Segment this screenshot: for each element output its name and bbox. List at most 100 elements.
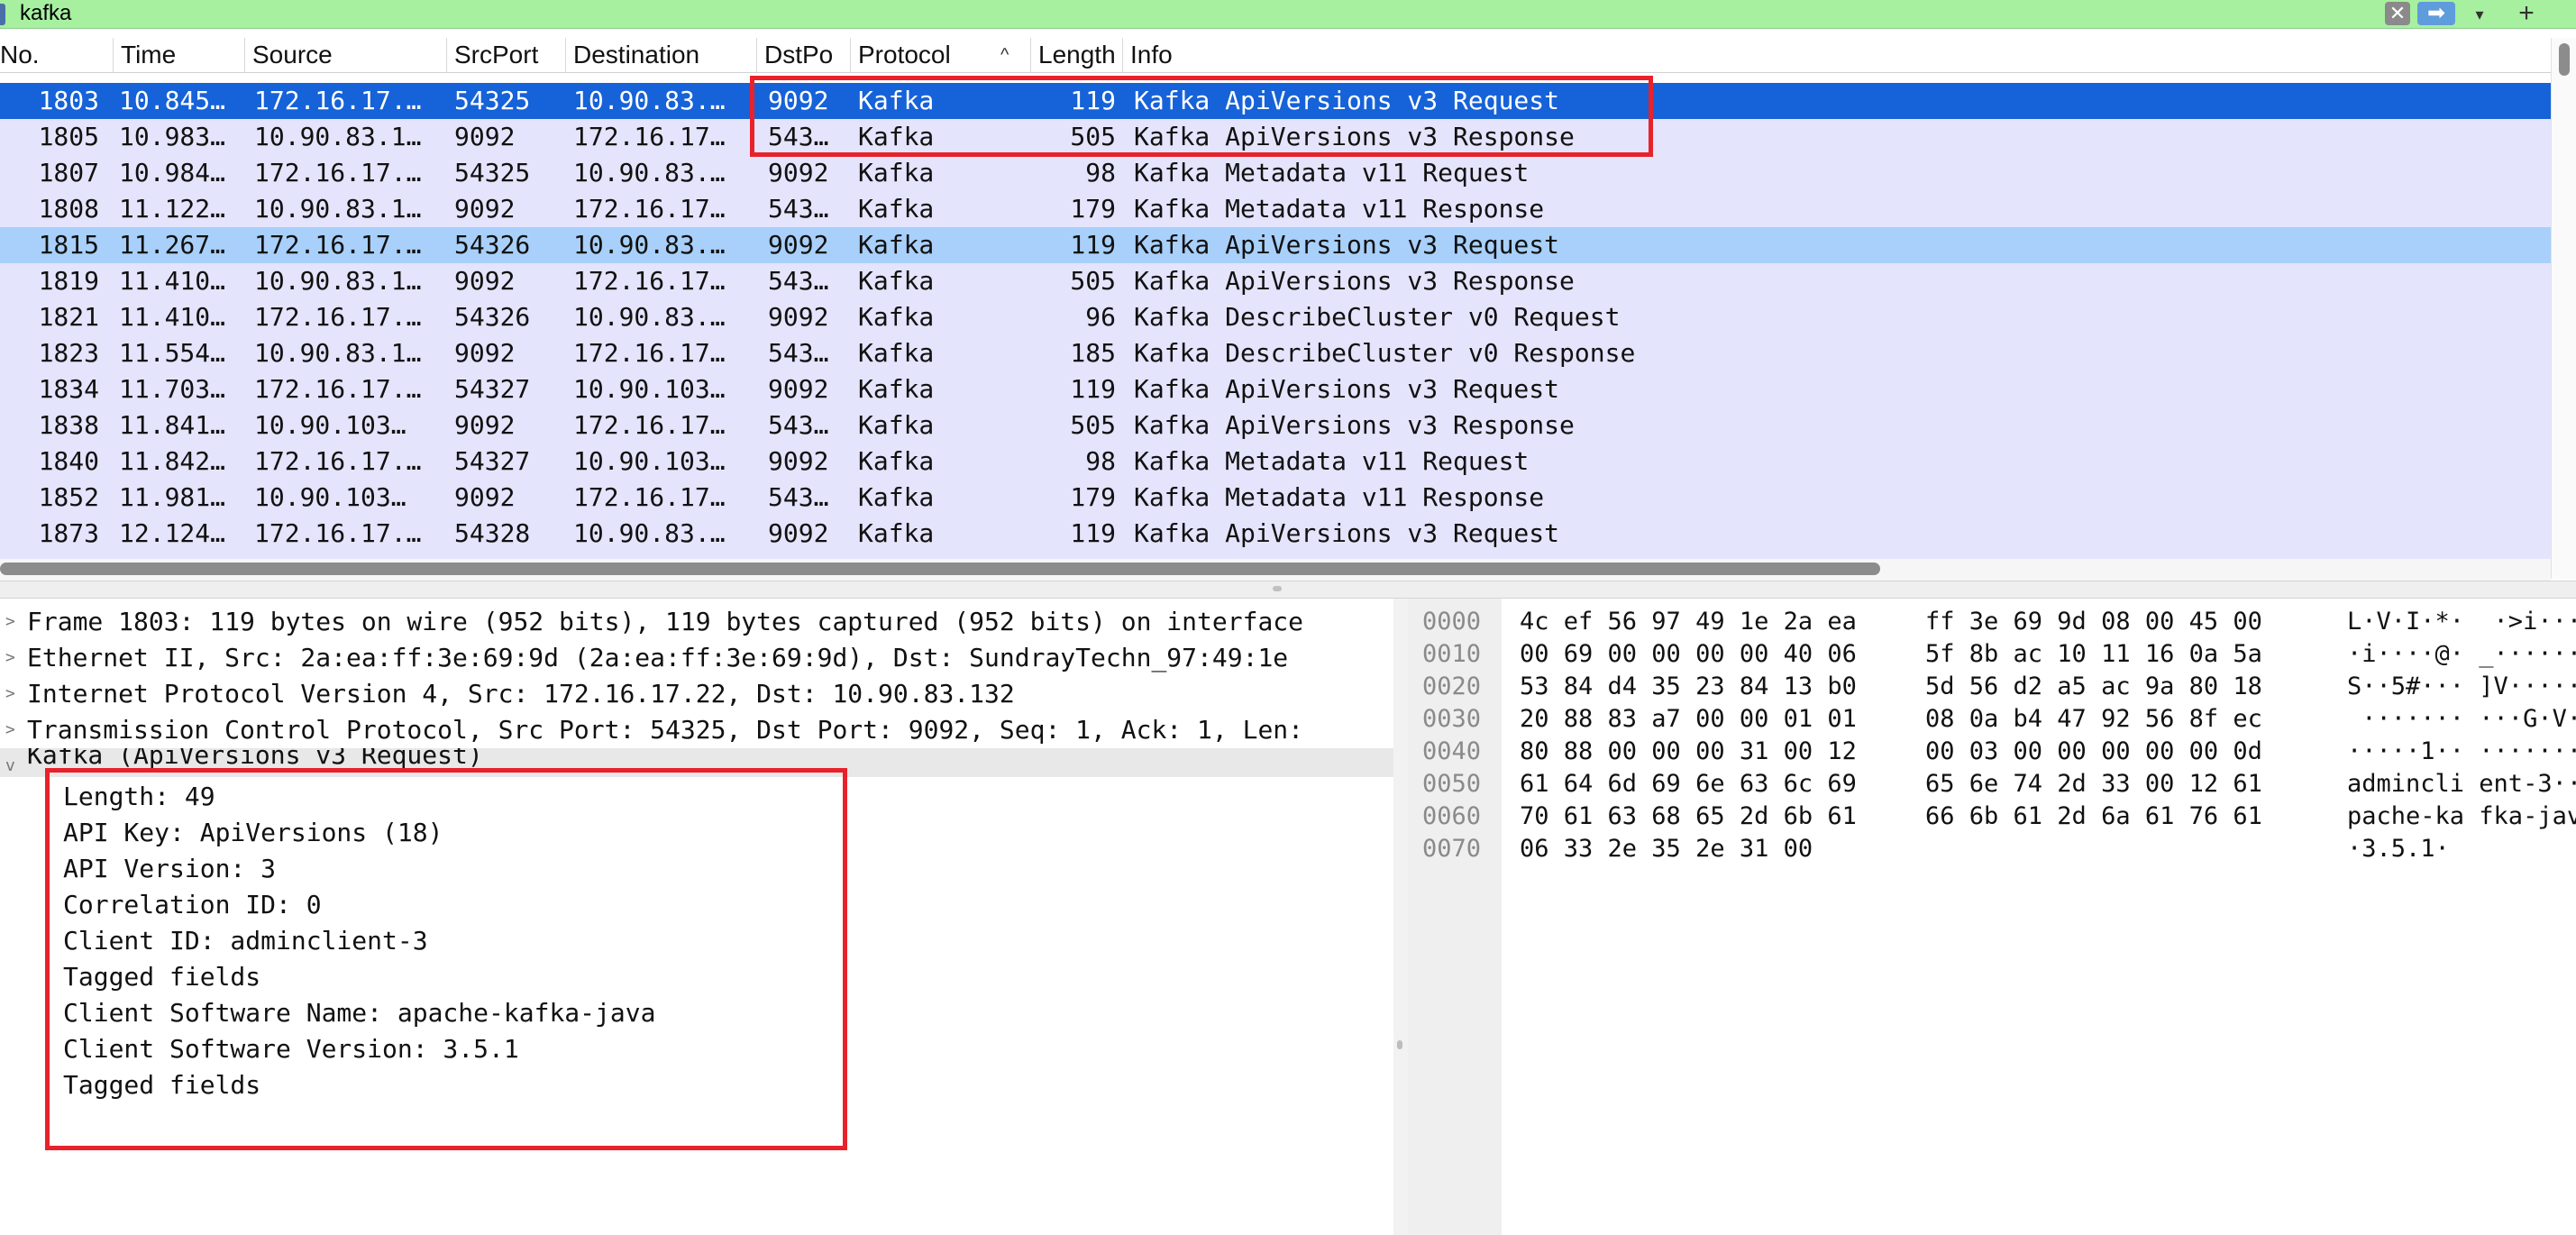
expand-arrow-icon[interactable]: >	[5, 604, 15, 640]
ascii-bytes[interactable]: ·i····@· _······Z	[2347, 638, 2576, 671]
expand-arrow-icon[interactable]: >	[5, 712, 15, 748]
filter-history-dropdown-icon[interactable]: ▾	[2466, 2, 2493, 25]
cell-dstport: 9092	[768, 302, 829, 332]
hex-bytes-group-2[interactable]: 66 6b 61 2d 6a 61 76 61	[1925, 800, 2262, 833]
packet-list-horizontal-scrollbar[interactable]	[0, 559, 2551, 581]
scrollbar-thumb[interactable]	[0, 563, 1880, 575]
pane-splitter[interactable]	[0, 581, 2576, 599]
hex-bytes-group-1[interactable]: 80 88 00 00 00 31 00 12	[1520, 736, 1857, 768]
hex-bytes-group-2[interactable]: 65 6e 74 2d 33 00 12 61	[1925, 768, 2262, 800]
cell-dstport: 543…	[768, 122, 829, 151]
collapse-arrow-icon[interactable]: v	[5, 748, 15, 777]
hex-bytes-group-1[interactable]: 00 69 00 00 00 00 40 06	[1520, 638, 1857, 671]
kafka-field[interactable]: Client Software Name: apache-kafka-java	[63, 995, 655, 1031]
cell-source: 172.16.17.…	[254, 302, 422, 332]
ascii-bytes[interactable]: ······· ···G·V··	[2347, 703, 2576, 736]
packet-row[interactable]: 1834 11.703… 172.16.17.… 54327 10.90.103… 909…	[0, 371, 2551, 407]
cell-time: 10.984…	[119, 158, 226, 188]
hex-bytes-group-1[interactable]: 20 88 83 a7 00 00 01 01	[1520, 703, 1857, 736]
packet-list-vertical-scrollbar[interactable]	[2551, 38, 2576, 579]
tree-item-kafka[interactable]: v Kafka (ApiVersions v3 Request)	[0, 748, 1393, 777]
kafka-field[interactable]: API Version: 3	[63, 851, 276, 887]
packet-row[interactable]: 1807 10.984… 172.16.17.… 54325 10.90.83.… 909…	[0, 155, 2551, 191]
cell-srcport: 9092	[454, 194, 516, 224]
vertical-pane-splitter[interactable]	[1393, 599, 1409, 1235]
hex-bytes-group-2[interactable]: 5f 8b ac 10 11 16 0a 5a	[1925, 638, 2262, 671]
packet-row[interactable]: 1815 11.267… 172.16.17.… 54326 10.90.83.… 909…	[0, 227, 2551, 263]
kafka-field[interactable]: Correlation ID: 0	[63, 887, 322, 923]
column-header-dstport[interactable]: DstPo	[757, 38, 851, 72]
tree-item-tcp[interactable]: > Transmission Control Protocol, Src Por…	[0, 712, 1393, 748]
ascii-bytes[interactable]: S··5#··· ]V······	[2347, 671, 2576, 703]
cell-info: Kafka Metadata v11 Request	[1134, 446, 1530, 476]
tree-item-label: Ethernet II, Src: 2a:ea:ff:3e:69:9d (2a:…	[27, 643, 1289, 672]
cell-dstport: 9092	[768, 446, 829, 476]
tree-item-ethernet[interactable]: > Ethernet II, Src: 2a:ea:ff:3e:69:9d (2…	[0, 640, 1393, 676]
hex-bytes-group-2[interactable]: 5d 56 d2 a5 ac 9a 80 18	[1925, 671, 2262, 703]
packet-row[interactable]: 1838 11.841… 10.90.103… 9092 172.16.17… 543… K…	[0, 407, 2551, 444]
packet-row[interactable]: 1819 11.410… 10.90.83.1… 9092 172.16.17… 543……	[0, 263, 2551, 299]
cell-srcport: 9092	[454, 338, 516, 368]
packet-row[interactable]: 1823 11.554… 10.90.83.1… 9092 172.16.17… 543……	[0, 335, 2551, 371]
cell-length: 505	[1070, 122, 1116, 151]
kafka-field[interactable]: Client ID: adminclient-3	[63, 923, 428, 959]
packet-row[interactable]: 1803 10.845… 172.16.17.… 54325 10.90.83.… 909…	[0, 83, 2551, 119]
byte-offset: 0040	[1422, 737, 1482, 765]
column-header-srcport[interactable]: SrcPort	[447, 38, 566, 72]
tree-item-ipv4[interactable]: > Internet Protocol Version 4, Src: 172.…	[0, 676, 1393, 712]
cell-info: Kafka Metadata v11 Response	[1134, 194, 1545, 224]
ascii-bytes[interactable]: admincli ent-3··a	[2347, 768, 2576, 800]
add-filter-button-icon[interactable]: +	[2513, 0, 2540, 27]
hex-bytes-group-1[interactable]: 4c ef 56 97 49 1e 2a ea	[1520, 606, 1857, 638]
tree-item-frame[interactable]: > Frame 1803: 119 bytes on wire (952 bit…	[0, 604, 1393, 640]
column-header-length[interactable]: Length	[1031, 38, 1123, 72]
hex-bytes-group-2[interactable]: 08 0a b4 47 92 56 8f ec	[1925, 703, 2262, 736]
cell-source: 172.16.17.…	[254, 86, 422, 115]
expand-arrow-icon[interactable]: >	[5, 640, 15, 676]
hex-bytes-group-2[interactable]: 00 03 00 00 00 00 00 0d	[1925, 736, 2262, 768]
kafka-field[interactable]: Tagged fields	[63, 959, 260, 995]
hex-bytes-group-2[interactable]: ff 3e 69 9d 08 00 45 00	[1925, 606, 2262, 638]
ascii-bytes[interactable]: pache-ka fka-java	[2347, 800, 2576, 833]
cell-time: 11.981…	[119, 482, 226, 512]
kafka-field[interactable]: Length: 49	[63, 779, 215, 815]
cell-protocol: Kafka	[858, 266, 935, 296]
hex-bytes-group-1[interactable]: 61 64 6d 69 6e 63 6c 69	[1520, 768, 1857, 800]
kafka-field[interactable]: API Key: ApiVersions (18)	[63, 815, 443, 851]
hex-bytes-group-1[interactable]: 06 33 2e 35 2e 31 00	[1520, 833, 1813, 865]
cell-length: 185	[1070, 338, 1116, 368]
column-header-time[interactable]: Time	[114, 38, 245, 72]
clear-filter-icon[interactable]: ✕	[2385, 2, 2410, 25]
column-header-info[interactable]: Info	[1123, 38, 2551, 72]
packet-row[interactable]: 1873 12.124… 172.16.17.… 54328 10.90.83.… 909…	[0, 516, 2551, 552]
hex-bytes-group-1[interactable]: 53 84 d4 35 23 84 13 b0	[1520, 671, 1857, 703]
packet-row[interactable]: 1808 11.122… 10.90.83.1… 9092 172.16.17… 543……	[0, 191, 2551, 227]
hex-bytes-group-1[interactable]: 70 61 63 68 65 2d 6b 61	[1520, 800, 1857, 833]
column-header-destination[interactable]: Destination	[566, 38, 757, 72]
packet-row[interactable]: 1840 11.842… 172.16.17.… 54327 10.90.103… 909…	[0, 444, 2551, 480]
cell-length: 505	[1070, 266, 1116, 296]
cell-no: 1823	[38, 338, 99, 368]
cell-length: 179	[1070, 194, 1116, 224]
expand-arrow-icon[interactable]: >	[5, 676, 15, 712]
column-header-no[interactable]: No.	[0, 38, 114, 72]
cell-time: 11.267…	[119, 230, 226, 260]
cell-info: Kafka ApiVersions v3 Request	[1134, 230, 1560, 260]
display-filter-input[interactable]	[0, 0, 2380, 27]
scrollbar-thumb[interactable]	[2559, 43, 2570, 76]
cell-dstport: 9092	[768, 374, 829, 404]
cell-protocol: Kafka	[858, 86, 935, 115]
ascii-bytes[interactable]: L·V·I·*· ·>i···E·	[2347, 606, 2576, 638]
splitter-handle-icon[interactable]	[1273, 586, 1282, 591]
packet-row[interactable]: 1852 11.981… 10.90.103… 9092 172.16.17… 543… K…	[0, 480, 2551, 516]
cell-source: 172.16.17.…	[254, 374, 422, 404]
column-header-source[interactable]: Source	[245, 38, 447, 72]
kafka-field[interactable]: Client Software Version: 3.5.1	[63, 1031, 519, 1067]
packet-row[interactable]: 1821 11.410… 172.16.17.… 54326 10.90.83.… 909…	[0, 299, 2551, 335]
packet-row[interactable]: 1805 10.983… 10.90.83.1… 9092 172.16.17… 543……	[0, 119, 2551, 155]
ascii-bytes[interactable]: ·3.5.1·	[2347, 833, 2450, 865]
kafka-field[interactable]: Tagged fields	[63, 1067, 260, 1103]
splitter-handle-icon[interactable]	[1397, 1040, 1402, 1049]
ascii-bytes[interactable]: ·····1·· ········	[2347, 736, 2576, 768]
apply-filter-arrow-icon[interactable]: ➡	[2417, 2, 2455, 25]
